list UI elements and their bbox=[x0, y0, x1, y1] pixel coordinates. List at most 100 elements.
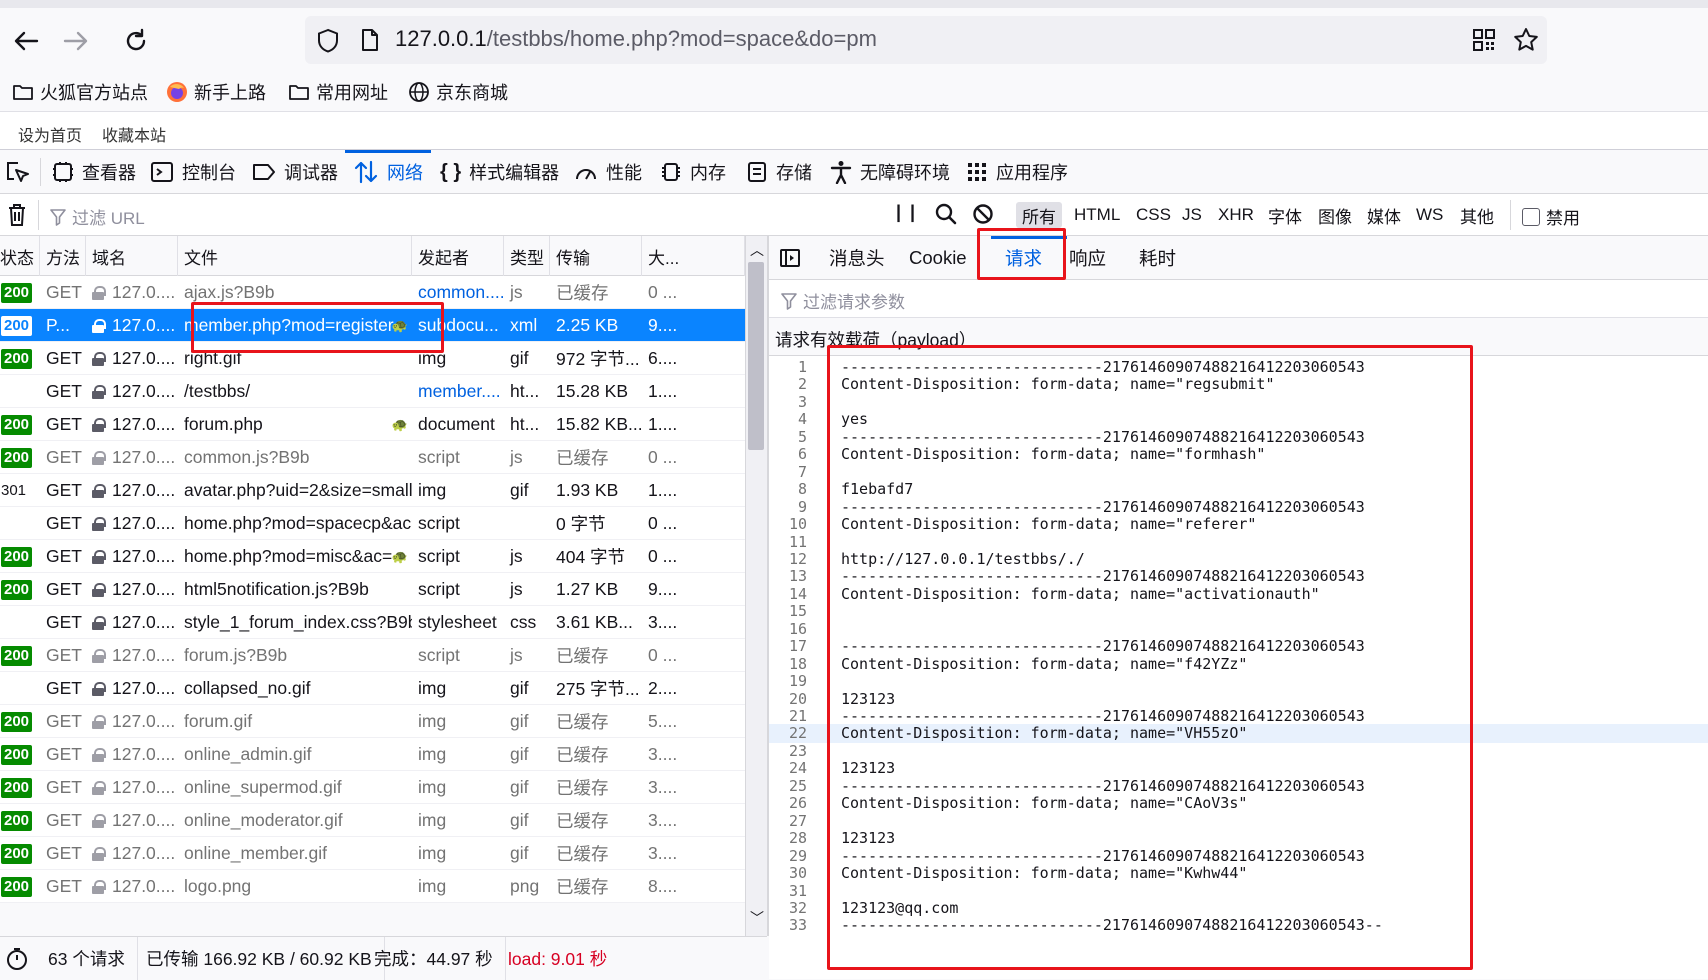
tab-memory[interactable]: 内存 bbox=[660, 150, 726, 194]
shield-icon[interactable] bbox=[316, 28, 340, 59]
method-text: GET bbox=[46, 876, 82, 896]
request-row[interactable]: 200 GET 127.0.... online_admin.gif img gif 已缓存… bbox=[0, 738, 745, 771]
tab-style-editor[interactable]: { } 样式编辑器 bbox=[440, 150, 559, 194]
request-row[interactable]: GET 127.0.... home.php?mod=spacecp&ac= scri… bbox=[0, 507, 745, 540]
request-row[interactable]: 200 GET 127.0.... html5notification.js?B9b s… bbox=[0, 573, 745, 606]
request-row[interactable]: GET 127.0.... style_1_forum_index.css?B9b s… bbox=[0, 606, 745, 639]
bookmarks-toolbar: 火狐官方站点 新手上路 常用网址 京东商城 bbox=[0, 72, 1708, 112]
domain-text: 127.0.... bbox=[112, 282, 176, 302]
tab-performance[interactable]: 性能 bbox=[574, 150, 642, 194]
lock-icon bbox=[92, 879, 106, 894]
request-row[interactable]: 200 GET 127.0.... common.js?B9b script js 已缓存 0… bbox=[0, 441, 745, 474]
tab-debugger[interactable]: 调试器 bbox=[252, 150, 338, 194]
column-file[interactable]: 文件 bbox=[178, 236, 412, 276]
type-filter-all[interactable]: 所有 bbox=[1016, 202, 1062, 228]
type-filter-font[interactable]: 字体 bbox=[1262, 202, 1308, 228]
method-text: GET bbox=[46, 810, 82, 830]
type-filter-xhr[interactable]: XHR bbox=[1212, 202, 1260, 228]
column-initiator[interactable]: 发起者 bbox=[412, 236, 504, 276]
pause-icon[interactable]: | | bbox=[896, 202, 917, 223]
transfer-text: 已缓存 bbox=[556, 283, 609, 303]
type-filter-media[interactable]: 媒体 bbox=[1361, 202, 1407, 228]
back-button[interactable] bbox=[6, 22, 46, 60]
initiator-text: common.... bbox=[418, 282, 504, 302]
bookmark-item[interactable]: 常用网址 bbox=[288, 78, 388, 106]
checkbox-box[interactable] bbox=[1522, 207, 1540, 226]
request-row[interactable]: 200 GET 127.0.... online_member.gif img gif 已缓… bbox=[0, 837, 745, 870]
method-text: GET bbox=[46, 348, 82, 368]
type-filter-css[interactable]: CSS bbox=[1130, 202, 1177, 228]
tab-console[interactable]: 控制台 bbox=[150, 150, 236, 194]
url-filter-input[interactable]: 过滤 URL bbox=[50, 204, 870, 229]
stopwatch-icon[interactable] bbox=[6, 947, 28, 976]
toolbar-divider bbox=[1510, 200, 1511, 230]
type-filter-html[interactable]: HTML bbox=[1068, 202, 1126, 228]
reload-button[interactable] bbox=[116, 22, 156, 60]
element-picker-button[interactable] bbox=[4, 150, 30, 194]
search-icon[interactable] bbox=[934, 202, 958, 231]
disable-cache-checkbox[interactable]: 禁用 bbox=[1522, 204, 1580, 229]
detail-tab-headers[interactable]: 消息头 bbox=[829, 236, 885, 280]
method-text: GET bbox=[46, 381, 82, 401]
column-status[interactable]: 状态 bbox=[0, 236, 40, 276]
tab-inspector[interactable]: 查看器 bbox=[52, 150, 136, 194]
cell-domain: 127.0.... bbox=[86, 837, 178, 870]
type-filter-js[interactable]: JS bbox=[1176, 202, 1208, 228]
column-type[interactable]: 类型 bbox=[504, 236, 550, 276]
request-row[interactable]: 200 GET 127.0.... online_moderator.gif img gi… bbox=[0, 804, 745, 837]
request-row[interactable]: 200 GET 127.0.... forum.php 🐢 document ht... 15… bbox=[0, 408, 745, 441]
lock-icon bbox=[92, 714, 106, 729]
transfer-text: 15.28 KB bbox=[556, 381, 628, 401]
cell-file: logo.png bbox=[178, 870, 412, 903]
qrcode-icon[interactable] bbox=[1472, 28, 1496, 57]
line-number: 13 bbox=[788, 567, 807, 586]
detail-tab-response[interactable]: 响应 bbox=[1069, 236, 1106, 280]
request-row[interactable]: 200 GET 127.0.... forum.js?B9b script js 已缓存 0 … bbox=[0, 639, 745, 672]
page-icon[interactable] bbox=[360, 28, 380, 57]
line-number: 15 bbox=[788, 602, 807, 621]
lock-icon bbox=[92, 351, 106, 366]
detail-tab-cookie[interactable]: Cookie bbox=[909, 236, 967, 280]
tab-accessibility[interactable]: 无障碍环境 bbox=[830, 150, 950, 194]
request-row[interactable]: 200 GET 127.0.... logo.png img png 已缓存 8.... bbox=[0, 870, 745, 903]
request-row[interactable]: 301 GET 127.0.... avatar.php?uid=2&size=sma… bbox=[0, 474, 745, 507]
method-text: GET bbox=[46, 843, 82, 863]
tab-storage[interactable]: 存储 bbox=[746, 150, 812, 194]
star-icon[interactable] bbox=[1512, 26, 1540, 59]
size-text: 9.... bbox=[648, 579, 678, 599]
tab-application[interactable]: 应用程序 bbox=[966, 150, 1068, 194]
request-row[interactable]: 200 GET 127.0.... online_supermod.gif img gif… bbox=[0, 771, 745, 804]
column-size[interactable]: 大... bbox=[642, 236, 745, 276]
toggle-sidebar-icon[interactable] bbox=[779, 236, 801, 280]
cell-size: 2.... bbox=[642, 672, 702, 705]
cell-status: 200 bbox=[0, 837, 40, 870]
type-filter-other[interactable]: 其他 bbox=[1454, 202, 1500, 228]
url-text[interactable]: 127.0.0.1/testbbs/home.php?mod=space&do=… bbox=[395, 26, 877, 52]
request-row[interactable]: GET 127.0.... collapsed_no.gif img gif 275 字节… bbox=[0, 672, 745, 705]
column-method[interactable]: 方法 bbox=[40, 236, 86, 276]
scroll-up-icon[interactable]: ︿ bbox=[750, 240, 764, 260]
tab-network[interactable]: 网络 bbox=[345, 150, 431, 194]
status-badge: 200 bbox=[1, 315, 33, 336]
cell-status: 200 bbox=[0, 573, 40, 606]
type-filter-ws[interactable]: WS bbox=[1410, 202, 1449, 228]
request-row[interactable]: 200 GET 127.0.... home.php?mod=misc&ac= 🐢 scr… bbox=[0, 540, 745, 573]
detail-tab-timings[interactable]: 耗时 bbox=[1139, 236, 1176, 280]
request-row[interactable]: GET 127.0.... /testbbs/member.... ht... 15.2… bbox=[0, 375, 745, 408]
bookmark-item[interactable]: 新手上路 bbox=[166, 78, 266, 106]
trash-icon[interactable] bbox=[6, 202, 28, 233]
forward-button[interactable] bbox=[56, 22, 96, 60]
domain-text: 127.0.... bbox=[112, 348, 176, 368]
bookmark-item[interactable]: 京东商城 bbox=[408, 78, 508, 106]
bookmark-item[interactable]: 火狐官方站点 bbox=[12, 78, 148, 106]
request-row[interactable]: 200 GET 127.0.... forum.gif img gif 已缓存 5.... bbox=[0, 705, 745, 738]
set-home-link[interactable]: 设为首页 bbox=[18, 122, 82, 146]
scroll-down-icon[interactable]: ﹀ bbox=[750, 908, 764, 928]
column-transfer[interactable]: 传输 bbox=[550, 236, 642, 276]
block-icon[interactable] bbox=[972, 203, 994, 230]
column-domain[interactable]: 域名 bbox=[86, 236, 178, 276]
type-filter-image[interactable]: 图像 bbox=[1312, 202, 1358, 228]
bookmark-site-link[interactable]: 收藏本站 bbox=[102, 122, 166, 146]
request-param-filter[interactable]: 过滤请求参数 bbox=[769, 280, 1708, 318]
scrollbar-thumb[interactable] bbox=[748, 262, 764, 450]
